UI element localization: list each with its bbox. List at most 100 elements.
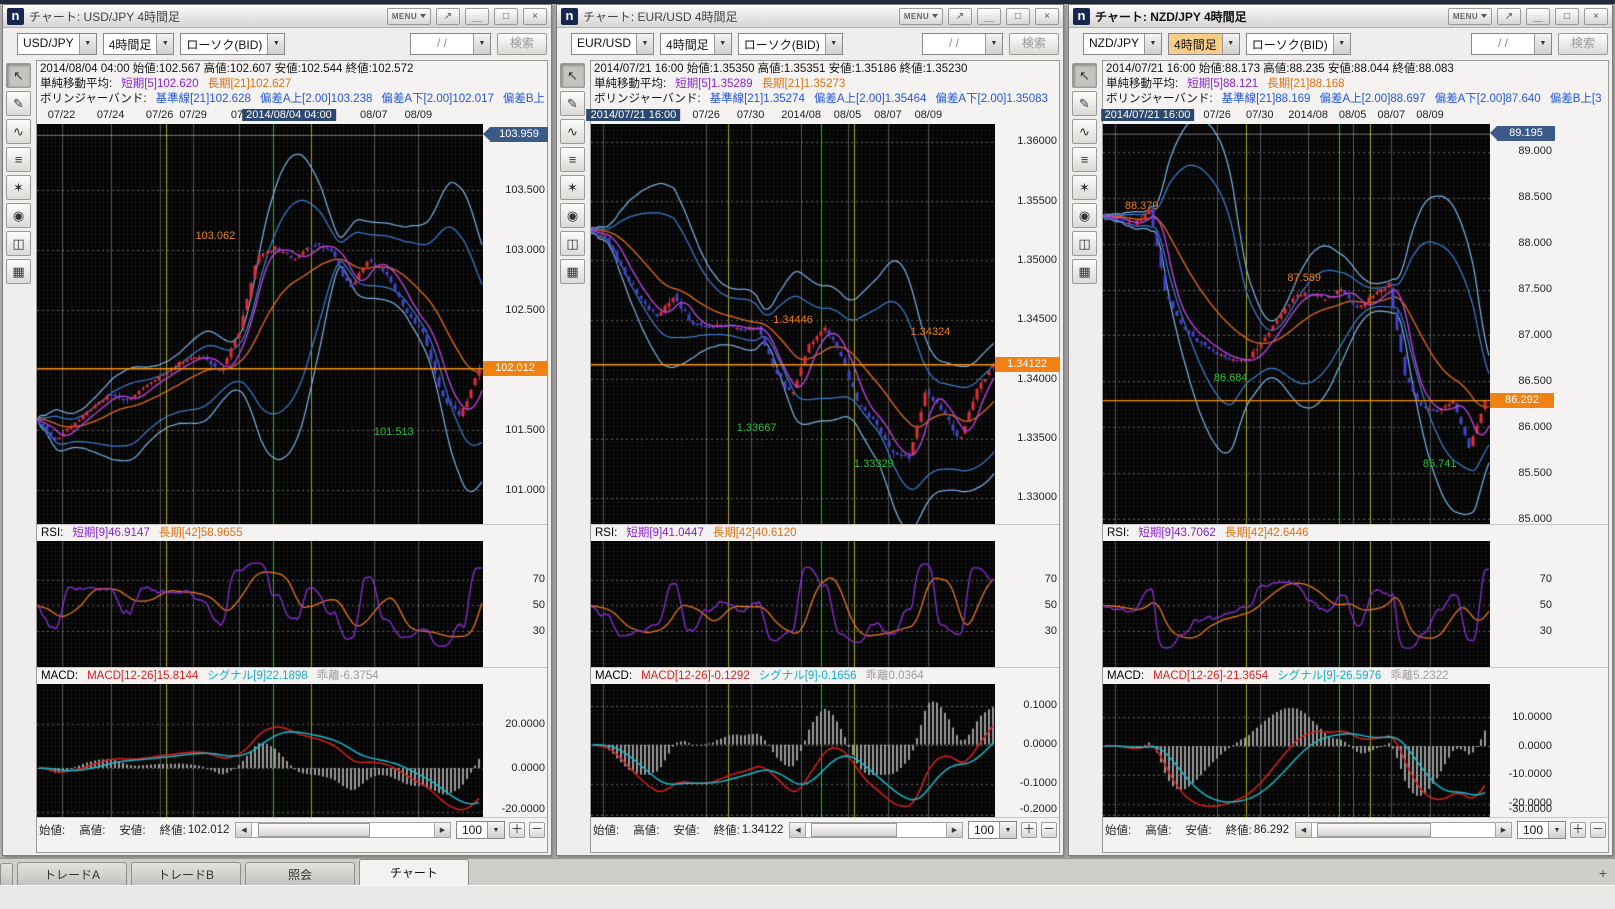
date-input[interactable]: / /▼	[1471, 33, 1552, 55]
minimize-button[interactable]: ＿	[977, 8, 1001, 25]
maximize-button[interactable]: □	[1006, 8, 1030, 25]
popout-button[interactable]: ↗	[948, 8, 972, 25]
zoom-out-button[interactable]: －	[529, 822, 545, 838]
minimize-button[interactable]: ＿	[465, 8, 489, 25]
price-canvas[interactable]	[1103, 124, 1490, 524]
scroll-left-arrow-icon[interactable]: ◀	[790, 823, 806, 837]
scrollbar-track[interactable]	[806, 823, 946, 837]
taskbar-tab[interactable]: トレードB	[131, 862, 241, 885]
symbols-icon[interactable]: ✶	[560, 175, 585, 200]
rsi-canvas[interactable]	[37, 541, 483, 667]
date-input[interactable]: / /▼	[922, 33, 1003, 55]
symbols-icon[interactable]: ✶	[6, 175, 31, 200]
chart-scrollbar[interactable]: ◀ ▶	[235, 822, 451, 838]
close-button[interactable]: ×	[1035, 8, 1059, 25]
menu-button[interactable]: MENU	[387, 8, 431, 25]
zoom-select[interactable]: 100▼	[456, 821, 505, 839]
menu-button[interactable]: MENU	[1448, 8, 1492, 25]
rsi-canvas[interactable]	[591, 541, 995, 667]
indicator-icon[interactable]: ∿	[6, 119, 31, 144]
chevron-down-icon[interactable]: ▼	[267, 34, 284, 54]
taskbar-tab[interactable]: トレードA	[17, 862, 127, 885]
date-input[interactable]: / /▼	[410, 33, 491, 55]
search-button[interactable]: 検索	[1009, 33, 1059, 55]
scrollbar-thumb[interactable]	[1317, 823, 1430, 837]
window-titlebar[interactable]: n チャート: USD/JPY 4時間足 MENU ↗ ＿ □ ×	[3, 5, 551, 28]
indicator-icon[interactable]: ∿	[560, 119, 585, 144]
maximize-button[interactable]: □	[494, 8, 518, 25]
scrollbar-track[interactable]	[1312, 823, 1495, 837]
zoom-out-button[interactable]: －	[1041, 822, 1057, 838]
macd-canvas[interactable]	[37, 684, 483, 817]
menu-button[interactable]: MENU	[899, 8, 943, 25]
chevron-down-icon[interactable]: ▼	[825, 34, 842, 54]
print-icon[interactable]: ◫	[560, 231, 585, 256]
scroll-left-arrow-icon[interactable]: ◀	[236, 823, 252, 837]
rsi-canvas[interactable]	[1103, 541, 1490, 667]
close-button[interactable]: ×	[523, 8, 547, 25]
zoom-in-button[interactable]: ＋	[509, 822, 525, 838]
scrollbar-track[interactable]	[252, 823, 434, 837]
chevron-down-icon[interactable]: ▼	[487, 822, 504, 838]
timeframe-select[interactable]: 4時間足▼	[103, 33, 175, 55]
zoom-select[interactable]: 100▼	[968, 821, 1017, 839]
scale-icon[interactable]: ≡	[6, 147, 31, 172]
save-layout-icon[interactable]: ▦	[6, 259, 31, 284]
symbols-icon[interactable]: ✶	[1072, 175, 1097, 200]
zoom-select[interactable]: 100▼	[1517, 821, 1566, 839]
scrollbar-thumb[interactable]	[258, 823, 371, 837]
draw-icon[interactable]: ✎	[1072, 91, 1097, 116]
chevron-down-icon[interactable]: ▼	[999, 822, 1016, 838]
scale-icon[interactable]: ≡	[560, 147, 585, 172]
print-icon[interactable]: ◫	[1072, 231, 1097, 256]
chevron-down-icon[interactable]: ▼	[1222, 34, 1239, 54]
timeframe-select[interactable]: 4時間足▼	[1168, 33, 1240, 55]
popout-button[interactable]: ↗	[436, 8, 460, 25]
chart-scrollbar[interactable]: ◀ ▶	[1295, 822, 1512, 838]
add-window-button[interactable]: +	[1599, 865, 1607, 881]
window-titlebar[interactable]: n チャート: NZD/JPY 4時間足 MENU ↗ ＿ □ ×	[1069, 5, 1612, 28]
zoom-in-button[interactable]: ＋	[1021, 822, 1037, 838]
chevron-down-icon[interactable]: ▼	[156, 34, 173, 54]
select-cursor-icon[interactable]: ↖	[1072, 63, 1097, 88]
zoom-in-button[interactable]: ＋	[1570, 822, 1586, 838]
chart-type-select[interactable]: ローソク(BID)▼	[738, 33, 843, 55]
close-button[interactable]: ×	[1584, 8, 1608, 25]
chevron-down-icon[interactable]: ▼	[1333, 34, 1350, 54]
scale-icon[interactable]: ≡	[1072, 147, 1097, 172]
window-titlebar[interactable]: n チャート: EUR/USD 4時間足 MENU ↗ ＿ □ ×	[557, 5, 1063, 28]
search-button[interactable]: 検索	[497, 33, 547, 55]
chart-scrollbar[interactable]: ◀ ▶	[789, 822, 963, 838]
scrollbar-thumb[interactable]	[811, 823, 898, 837]
chevron-down-icon[interactable]: ▼	[636, 34, 653, 54]
macd-canvas[interactable]	[591, 684, 995, 817]
popout-button[interactable]: ↗	[1497, 8, 1521, 25]
pair-select[interactable]: NZD/JPY▼	[1083, 33, 1162, 55]
zoom-out-button[interactable]: －	[1590, 822, 1606, 838]
draw-icon[interactable]: ✎	[560, 91, 585, 116]
save-layout-icon[interactable]: ▦	[1072, 259, 1097, 284]
price-canvas[interactable]	[37, 124, 483, 524]
indicator-icon[interactable]: ∿	[1072, 119, 1097, 144]
taskbar-tab[interactable]: チャート	[359, 859, 469, 885]
pair-select[interactable]: EUR/USD▼	[571, 33, 654, 55]
chevron-down-icon[interactable]: ▼	[1548, 822, 1565, 838]
chart-type-select[interactable]: ローソク(BID)▼	[1246, 33, 1351, 55]
select-cursor-icon[interactable]: ↖	[560, 63, 585, 88]
save-layout-icon[interactable]: ▦	[560, 259, 585, 284]
search-button[interactable]: 検索	[1558, 33, 1608, 55]
chevron-down-icon[interactable]: ▼	[714, 34, 731, 54]
visibility-icon[interactable]: ◉	[6, 203, 31, 228]
scroll-right-arrow-icon[interactable]: ▶	[1495, 823, 1511, 837]
select-cursor-icon[interactable]: ↖	[6, 63, 31, 88]
chevron-down-icon[interactable]: ▼	[1144, 34, 1161, 54]
taskbar-tab[interactable]: 照会	[245, 862, 355, 885]
chevron-down-icon[interactable]: ▼	[473, 34, 490, 54]
chart-type-select[interactable]: ローソク(BID)▼	[180, 33, 285, 55]
maximize-button[interactable]: □	[1555, 8, 1579, 25]
timeframe-select[interactable]: 4時間足▼	[660, 33, 732, 55]
chevron-down-icon[interactable]: ▼	[1534, 34, 1551, 54]
price-canvas[interactable]	[591, 124, 995, 524]
taskbar-stub-tab[interactable]	[0, 863, 13, 885]
scroll-left-arrow-icon[interactable]: ◀	[1296, 823, 1312, 837]
